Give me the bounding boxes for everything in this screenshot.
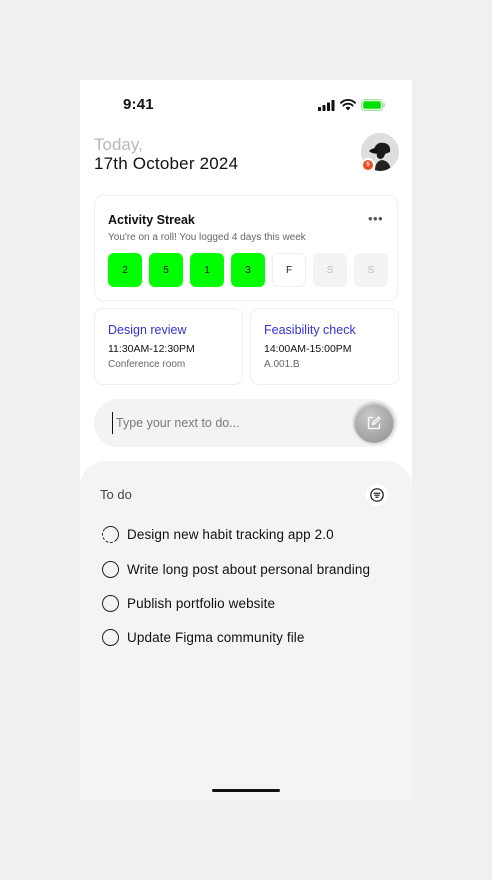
streak-day[interactable]: 1 (190, 253, 224, 287)
task-label: Design new habit tracking app 2.0 (127, 527, 334, 542)
streak-day-future[interactable]: S (313, 253, 347, 287)
list-item[interactable]: Publish portfolio website (102, 595, 275, 612)
streak-day-future[interactable]: S (354, 253, 388, 287)
list-item[interactable]: Design new habit tracking app 2.0 (102, 526, 334, 543)
filter-button[interactable] (366, 484, 388, 506)
event-card-design-review[interactable]: Design review 11:30AM-12:30PM Conference… (94, 308, 243, 385)
todo-input[interactable] (112, 412, 342, 434)
task-label: Update Figma community file (127, 630, 305, 645)
compose-icon (367, 416, 381, 430)
checkbox-icon[interactable] (102, 629, 119, 646)
event-time: 11:30AM-12:30PM (108, 343, 195, 355)
phone-screen: 9:41 Today, 17th October 2024 5 Activity… (80, 80, 412, 800)
more-horizontal-icon[interactable]: ••• (368, 211, 383, 226)
todo-input-bar (94, 399, 398, 447)
checkbox-icon[interactable] (102, 561, 119, 578)
compose-button[interactable] (354, 403, 394, 443)
status-time: 9:41 (123, 96, 154, 113)
task-label: Write long post about personal branding (127, 562, 371, 577)
streak-day[interactable]: 2 (108, 253, 142, 287)
cellular-signal-icon (318, 100, 335, 111)
todo-list-panel: To do Design new habit tracking app 2.0 … (80, 461, 412, 800)
event-location: A.001.B (264, 359, 300, 370)
todo-section-title: To do (100, 487, 132, 502)
date-prefix: Today, (94, 135, 143, 154)
list-item[interactable]: Write long post about personal branding (102, 561, 370, 578)
streak-day[interactable]: 5 (149, 253, 183, 287)
streak-day[interactable]: 3 (231, 253, 265, 287)
notification-badge: 5 (361, 158, 375, 172)
streak-subtitle: You're on a roll! You logged 4 days this… (108, 232, 306, 243)
event-title: Feasibility check (264, 323, 356, 337)
event-location: Conference room (108, 359, 186, 370)
filter-icon (370, 488, 384, 502)
page-title: 17th October 2024 (94, 154, 239, 173)
list-item[interactable]: Update Figma community file (102, 629, 305, 646)
home-indicator[interactable] (212, 789, 280, 792)
task-label: Publish portfolio website (127, 596, 276, 611)
wifi-icon (340, 98, 356, 111)
streak-title: Activity Streak (108, 213, 195, 227)
status-bar: 9:41 (80, 80, 412, 130)
checkbox-icon[interactable] (102, 595, 119, 612)
in-progress-checkbox-icon[interactable] (102, 526, 119, 543)
event-title: Design review (108, 323, 187, 337)
event-card-feasibility-check[interactable]: Feasibility check 14:00AM-15:00PM A.001.… (250, 308, 399, 385)
activity-streak-card: Activity Streak ••• You're on a roll! Yo… (94, 195, 398, 301)
battery-icon (361, 99, 385, 111)
streak-days: 2 5 1 3 F S S (108, 253, 388, 287)
streak-day-today[interactable]: F (272, 253, 306, 287)
event-time: 14:00AM-15:00PM (264, 343, 352, 355)
